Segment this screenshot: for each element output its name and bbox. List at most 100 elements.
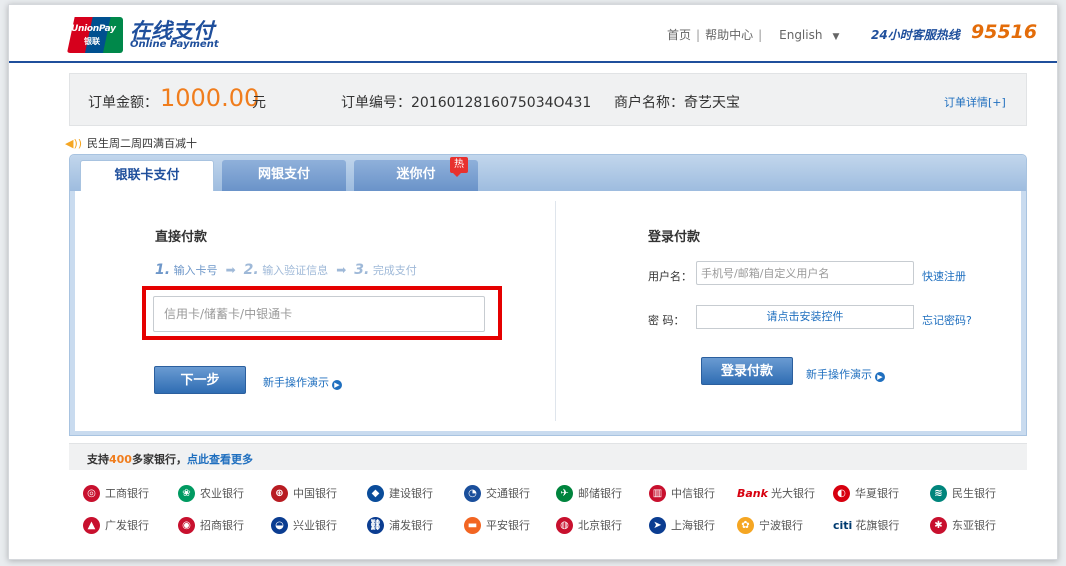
order-amount-unit: 元 xyxy=(252,95,266,111)
bank-item[interactable]: ◍ 北京银行 xyxy=(556,515,622,535)
psbc-icon: ✈ xyxy=(556,484,573,502)
bank-item[interactable]: ❀ 农业银行 xyxy=(178,483,244,503)
step-1: 1. 输入卡号 xyxy=(155,262,218,278)
hxb-icon: ◐ xyxy=(833,484,850,502)
step-2: 2. 输入验证信息 xyxy=(243,262,329,278)
bank-item[interactable]: ⊕ 中国银行 xyxy=(271,483,337,503)
arrow-circle-icon: ▶ xyxy=(332,380,342,390)
order-number: 订单编号：2016012816075034O431 xyxy=(341,95,592,111)
tab-unionpay-card[interactable]: 银联卡支付 xyxy=(80,160,214,192)
bank-name: 邮储银行 xyxy=(578,487,622,500)
card-number-input[interactable] xyxy=(153,296,485,332)
order-amount-value: 1000.00 xyxy=(160,84,260,112)
bank-name: 建设银行 xyxy=(389,487,433,500)
bank-name: 农业银行 xyxy=(200,487,244,500)
bank-item[interactable]: ▥ 中信银行 xyxy=(649,483,715,503)
payment-steps: 1. 输入卡号 ➡ 2. 输入验证信息 ➡ 3. 完成支付 xyxy=(155,262,417,278)
column-divider xyxy=(555,201,556,421)
bank-name: 招商银行 xyxy=(200,519,244,532)
boc-icon: ⊕ xyxy=(271,484,288,502)
chevron-down-icon[interactable]: ▼ xyxy=(832,32,839,42)
payment-tabs: 银联卡支付 网银支付 迷你付 热 xyxy=(70,155,1026,192)
panel-body: 直接付款 1. 输入卡号 ➡ 2. 输入验证信息 ➡ 3. 完成支付 下一步 新手操作演… xyxy=(75,191,1021,431)
bank-name: 工商银行 xyxy=(105,487,149,500)
bank-name: 民生银行 xyxy=(952,487,996,500)
order-detail-link[interactable]: 订单详情[+] xyxy=(944,94,1006,110)
bank-item[interactable]: ▲ 广发银行 xyxy=(83,515,149,535)
bank-item[interactable]: ◆ 建设银行 xyxy=(367,483,433,503)
unionpay-logo-icon: UnionPay 银联 xyxy=(67,17,123,53)
bank-item[interactable]: ✱ 东亚银行 xyxy=(930,515,996,535)
logo-subtitle: Online Payment xyxy=(130,39,219,50)
bank-item[interactable]: ➤ 上海银行 xyxy=(649,515,715,535)
bank-name: 华夏银行 xyxy=(855,487,899,500)
bank-name: 上海银行 xyxy=(671,519,715,532)
bank-item[interactable]: ✿ 宁波银行 xyxy=(737,515,803,535)
direct-pay-title: 直接付款 xyxy=(155,230,208,245)
bank-item[interactable]: Bank 光大银行 xyxy=(737,483,815,503)
login-pay-title: 登录付款 xyxy=(648,230,701,245)
bank-item[interactable]: ✈ 邮储银行 xyxy=(556,483,622,503)
language-selector[interactable]: English xyxy=(779,28,822,42)
cib-icon: ◒ xyxy=(271,516,288,534)
bank-name: 平安银行 xyxy=(486,519,530,532)
arrow-right-icon: ➡ xyxy=(225,263,236,277)
nbcb-icon: ✿ xyxy=(737,516,754,534)
bank-item[interactable]: ◒ 兴业银行 xyxy=(271,515,337,535)
hotline-number: 95516 xyxy=(971,21,1038,43)
more-banks-link[interactable]: 点此查看更多 xyxy=(187,453,253,466)
banks-prefix: 支持 xyxy=(87,453,109,466)
promo-notice: ◀)) 民生周二周四满百减十 xyxy=(65,135,197,151)
nav-home-link[interactable]: 首页 xyxy=(667,28,691,42)
bank-name: 交通银行 xyxy=(486,487,530,500)
spdb-icon: ⛓ xyxy=(367,516,384,534)
payment-panel: 银联卡支付 网银支付 迷你付 热 直接付款 1. 输入卡号 ➡ 2. 输入验证信息 ➡… xyxy=(69,154,1027,436)
bank-item[interactable]: ◉ 招商银行 xyxy=(178,515,244,535)
password-control-install[interactable]: 请点击安装控件 xyxy=(696,305,914,329)
nav-help-link[interactable]: 帮助中心 xyxy=(705,28,753,42)
arrow-right-icon: ➡ xyxy=(336,263,347,277)
bank-name: 宁波银行 xyxy=(759,519,803,532)
order-amount-label: 订单金额： xyxy=(88,95,158,111)
bank-item[interactable]: citi 花旗银行 xyxy=(833,515,899,535)
icbc-icon: ◎ xyxy=(83,484,100,502)
tutorial-link-label: 新手操作演示 xyxy=(806,368,872,381)
bank-item[interactable]: ⛓ 浦发银行 xyxy=(367,515,433,535)
quick-register-link[interactable]: 快速注册 xyxy=(922,268,966,284)
logo-badge-cn-text: 银联 xyxy=(84,37,100,46)
next-step-button[interactable]: 下一步 xyxy=(154,366,246,394)
login-pay-button[interactable]: 登录付款 xyxy=(701,357,793,385)
ccb-icon: ◆ xyxy=(367,484,384,502)
password-label: 密 码： xyxy=(648,314,685,327)
bank-name: 广发银行 xyxy=(105,519,149,532)
arrow-circle-icon: ▶ xyxy=(875,372,885,382)
payment-window: UnionPay 银联 在线支付 Online Payment 首页 | 帮助中心 |… xyxy=(8,4,1058,560)
hotline-label: 24小时客服热线 xyxy=(871,28,960,42)
order-summary: 订单金额： 1000.00 元 订单编号：2016012816075034O43… xyxy=(69,73,1027,126)
cgb-icon: ▲ xyxy=(83,516,100,534)
nav-separator: | xyxy=(758,28,763,42)
bea-icon: ✱ xyxy=(930,516,947,534)
tutorial-link[interactable]: 新手操作演示 ▶ xyxy=(806,366,885,382)
bank-item[interactable]: ≋ 民生银行 xyxy=(930,483,996,503)
speaker-icon: ◀)) xyxy=(65,137,83,150)
ceb-icon: Bank xyxy=(737,486,768,500)
bank-item[interactable]: ◎ 工商银行 xyxy=(83,483,149,503)
bank-item[interactable]: ▬ 平安银行 xyxy=(464,515,530,535)
bank-name: 东亚银行 xyxy=(952,519,996,532)
bosc-icon: ➤ xyxy=(649,516,666,534)
bank-name: 北京银行 xyxy=(578,519,622,532)
citic-icon: ▥ xyxy=(649,484,666,502)
tab-online-banking[interactable]: 网银支付 xyxy=(222,160,346,191)
tutorial-link[interactable]: 新手操作演示 ▶ xyxy=(263,374,342,390)
cmbc-icon: ≋ xyxy=(930,484,947,502)
bank-item[interactable]: ◐ 华夏银行 xyxy=(833,483,899,503)
bank-item[interactable]: ◔ 交通银行 xyxy=(464,483,530,503)
forgot-password-link[interactable]: 忘记密码? xyxy=(922,312,972,328)
hot-badge: 热 xyxy=(450,157,468,177)
bank-name: 兴业银行 xyxy=(293,519,337,532)
promo-text[interactable]: 民生周二周四满百减十 xyxy=(87,137,197,150)
banks-suffix: 多家银行， xyxy=(131,453,187,466)
username-input[interactable] xyxy=(696,261,914,285)
username-label: 用户名： xyxy=(648,270,692,283)
